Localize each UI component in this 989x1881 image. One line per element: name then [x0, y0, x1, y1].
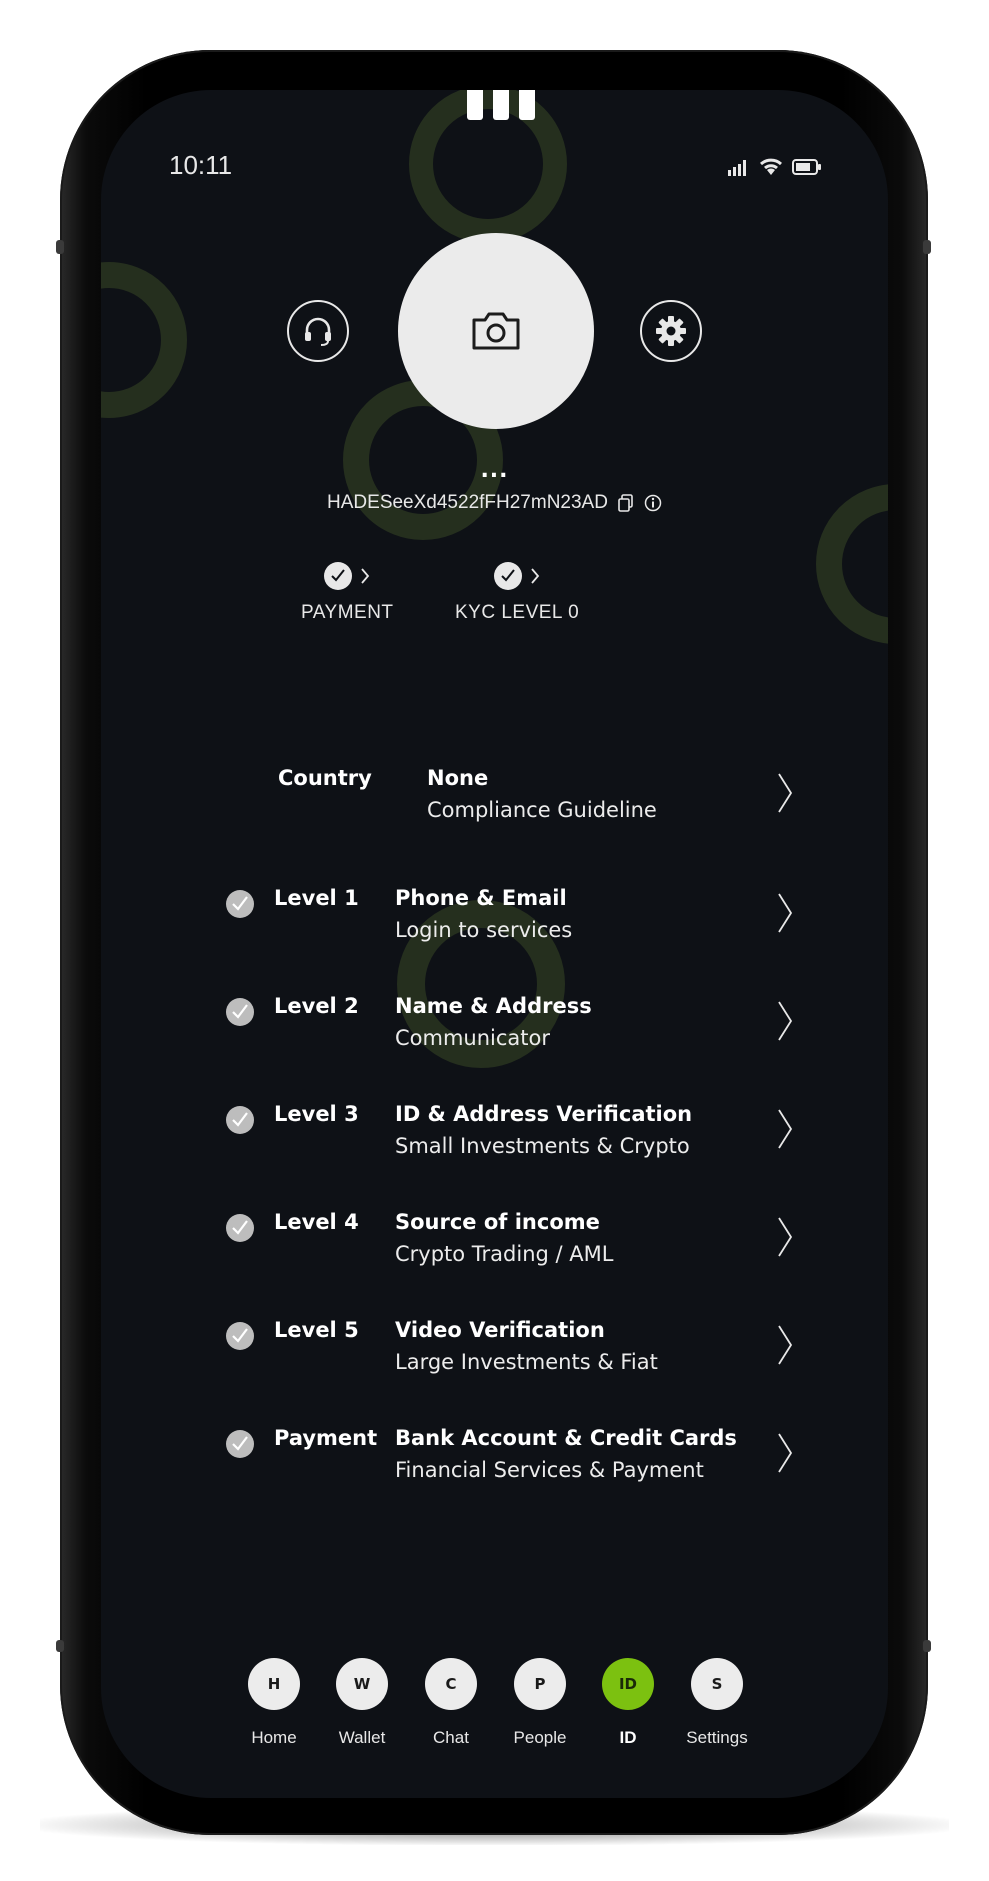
check-icon — [494, 562, 523, 590]
status-label: KYC LEVEL 0 — [455, 602, 580, 623]
nav-settings[interactable]: S Settings — [672, 1658, 762, 1748]
nav-label: Settings — [686, 1728, 748, 1747]
phone-screen: 10:11 ... HADESeeXd4522fFH27mN23AD PAYME… — [101, 90, 888, 1798]
nav-home[interactable]: H Home — [229, 1658, 319, 1748]
row-subtitle: Compliance Guideline — [427, 798, 657, 822]
status-label: PAYMENT — [301, 602, 394, 623]
kyc-level-row[interactable]: Level 2 Name & Address Communicator — [101, 990, 888, 1070]
row-label: Country — [278, 766, 372, 790]
country-row[interactable]: Country None Compliance Guideline — [101, 762, 888, 842]
chevron-right-icon — [778, 1217, 793, 1257]
notch-indicator — [467, 90, 535, 120]
nav-button[interactable]: P — [514, 1658, 566, 1710]
row-title: Name & Address — [395, 994, 592, 1018]
kyc-status[interactable]: KYC LEVEL 0 — [455, 560, 579, 624]
kyc-level-row[interactable]: Level 3 ID & Address Verification Small … — [101, 1098, 888, 1178]
payment-status[interactable]: PAYMENT — [301, 560, 394, 624]
row-title: Phone & Email — [395, 886, 567, 910]
chevron-right-icon — [778, 1325, 793, 1365]
settings-button[interactable] — [640, 300, 702, 362]
nav-label: Wallet — [338, 1728, 386, 1747]
row-subtitle: Communicator — [395, 1026, 551, 1050]
chevron-right-icon — [778, 773, 793, 813]
chevron-right-icon — [778, 893, 793, 933]
chevron-right-icon — [361, 568, 370, 584]
support-button[interactable] — [287, 300, 349, 362]
status-icons — [728, 156, 822, 176]
check-icon — [226, 998, 254, 1026]
address-row: HADESeeXd4522fFH27mN23AD — [101, 492, 888, 514]
kyc-level-row[interactable]: Level 4 Source of income Crypto Trading … — [101, 1206, 888, 1286]
phone-side-button — [923, 240, 931, 254]
wifi-icon — [760, 158, 782, 175]
battery-icon — [792, 159, 821, 175]
nav-wallet[interactable]: W Wallet — [317, 1658, 407, 1748]
avatar-upload[interactable] — [398, 233, 594, 429]
signal-icon — [728, 160, 746, 176]
status-time: 10:11 — [169, 150, 233, 180]
kyc-level-row[interactable]: Level 5 Video Verification Large Investm… — [101, 1314, 888, 1394]
chevron-right-icon — [778, 1433, 793, 1473]
nav-button[interactable]: C — [425, 1658, 477, 1710]
nav-label: Chat — [433, 1728, 469, 1747]
row-title: Source of income — [395, 1210, 600, 1234]
nav-button[interactable]: H — [248, 1658, 300, 1710]
nav-label: People — [513, 1728, 567, 1747]
row-label: Payment — [274, 1426, 378, 1450]
nav-label: Home — [251, 1728, 297, 1747]
nav-id[interactable]: ID ID — [583, 1658, 673, 1748]
info-icon[interactable] — [644, 494, 662, 512]
headset-icon — [305, 317, 331, 346]
kyc-level-row[interactable]: Payment Bank Account & Credit Cards Fina… — [101, 1422, 888, 1502]
check-icon — [226, 1430, 254, 1458]
row-label: Level 4 — [274, 1210, 359, 1234]
row-label: Level 2 — [274, 994, 359, 1018]
nav-button[interactable]: ID — [602, 1658, 654, 1710]
nav-button[interactable]: W — [336, 1658, 388, 1710]
kyc-level-row[interactable]: Level 1 Phone & Email Login to services — [101, 882, 888, 962]
row-label: Level 1 — [274, 886, 359, 910]
wallet-address: HADESeeXd4522fFH27mN23AD — [327, 492, 608, 513]
chevron-right-icon — [778, 1109, 793, 1149]
row-label: Level 5 — [274, 1318, 359, 1342]
nav-label: ID — [619, 1728, 637, 1747]
phone-side-button — [923, 1640, 931, 1652]
check-icon — [324, 562, 353, 590]
chevron-right-icon — [531, 568, 540, 584]
row-subtitle: Crypto Trading / AML — [395, 1242, 614, 1266]
profile-name: ... — [480, 458, 509, 483]
row-title: Bank Account & Credit Cards — [395, 1426, 737, 1450]
nav-chat[interactable]: C Chat — [406, 1658, 496, 1748]
phone-side-button — [56, 240, 64, 254]
gear-icon — [656, 316, 686, 346]
copy-icon[interactable] — [618, 494, 634, 512]
phone-side-button — [56, 1640, 64, 1652]
row-subtitle: Large Investments & Fiat — [395, 1350, 658, 1374]
nav-people[interactable]: P People — [495, 1658, 585, 1748]
row-subtitle: Login to services — [395, 918, 573, 942]
camera-icon — [472, 312, 520, 350]
check-icon — [226, 890, 254, 918]
row-subtitle: Small Investments & Crypto — [395, 1134, 690, 1158]
row-label: Level 3 — [274, 1102, 359, 1126]
check-icon — [226, 1322, 254, 1350]
nav-button[interactable]: S — [691, 1658, 743, 1710]
decorative-ring — [101, 262, 187, 418]
row-title: ID & Address Verification — [395, 1102, 693, 1126]
chevron-right-icon — [778, 1001, 793, 1041]
row-subtitle: Financial Services & Payment — [395, 1458, 704, 1482]
row-title: None — [427, 766, 489, 790]
check-icon — [226, 1106, 254, 1134]
check-icon — [226, 1214, 254, 1242]
row-title: Video Verification — [395, 1318, 605, 1342]
